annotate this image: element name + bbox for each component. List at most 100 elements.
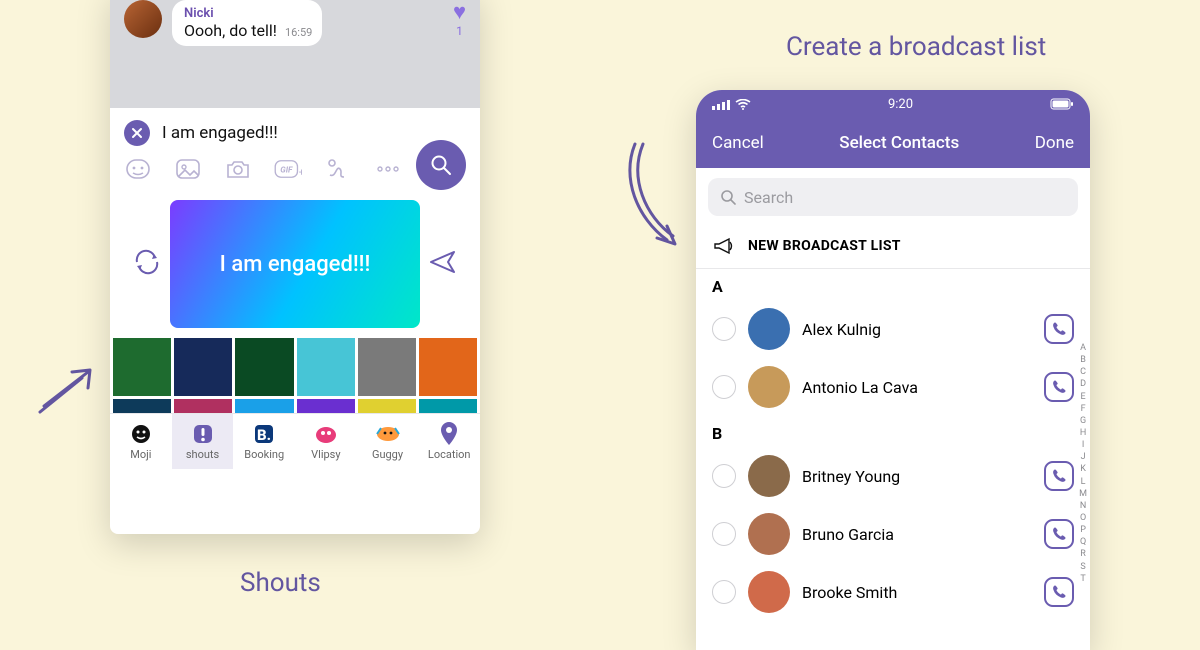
message-bubble[interactable]: Nicki Oooh, do tell! 16:59 [172,0,322,46]
bg-swatch[interactable] [174,399,232,413]
index-letter[interactable]: M [1079,488,1087,500]
select-checkbox[interactable] [712,375,736,399]
select-checkbox[interactable] [712,464,736,488]
wifi-icon [735,99,751,110]
bg-swatch[interactable] [419,338,477,396]
index-letter[interactable]: I [1079,439,1087,451]
arrow-right-icon [617,138,685,258]
message-time: 16:59 [285,26,312,39]
index-letter[interactable]: R [1079,548,1087,560]
contact-row[interactable]: Antonio La Cava [696,358,1090,416]
contact-name: Britney Young [802,467,1032,486]
index-letter[interactable]: B [1079,354,1087,366]
select-checkbox[interactable] [712,580,736,604]
index-letter[interactable]: G [1079,415,1087,427]
viber-badge [1044,372,1074,402]
index-letter[interactable]: C [1079,366,1087,378]
index-letter[interactable]: Q [1079,536,1087,548]
search-input[interactable]: Search [708,178,1078,216]
doodle-icon[interactable] [324,156,352,182]
alpha-index[interactable]: ABCDEFGHIJKLMNOPQRST [1079,342,1087,585]
section-header: A [696,269,1090,300]
contact-row[interactable]: Brooke Smith [696,563,1090,621]
contact-name: Bruno Garcia [802,525,1032,544]
avatar [748,366,790,408]
tab-booking[interactable]: B.Booking [233,414,295,469]
index-letter[interactable]: A [1079,342,1087,354]
index-letter[interactable]: P [1079,524,1087,536]
select-checkbox[interactable] [712,522,736,546]
done-button[interactable]: Done [1035,133,1074,153]
index-letter[interactable]: S [1079,561,1087,573]
contact-row[interactable]: Alex Kulnig [696,300,1090,358]
contact-name: Antonio La Cava [802,378,1032,397]
reaction-count: 1 [453,24,466,38]
contact-row[interactable]: Britney Young [696,447,1090,505]
camera-icon[interactable] [224,156,252,182]
tab-label: Moji [110,448,172,461]
send-button[interactable] [420,241,466,287]
bg-swatch[interactable] [358,338,416,396]
tool-row: GIF+ [110,150,480,192]
clear-button[interactable] [124,120,150,146]
picture-icon[interactable] [174,156,202,182]
bg-swatch[interactable] [113,338,171,396]
contact-row[interactable]: Bruno Garcia [696,505,1090,563]
composer: I am engaged!!! GIF+ [110,108,480,469]
select-checkbox[interactable] [712,317,736,341]
cancel-button[interactable]: Cancel [712,133,764,153]
message-row: Nicki Oooh, do tell! 16:59 [124,0,466,46]
avatar [748,513,790,555]
caption-shouts: Shouts [240,568,321,598]
bg-swatch[interactable] [358,399,416,413]
compose-input[interactable]: I am engaged!!! [162,123,466,143]
index-letter[interactable]: E [1079,391,1087,403]
background-grid [110,338,480,413]
svg-text:GIF: GIF [280,165,293,175]
caption-broadcast: Create a broadcast list [786,32,1046,62]
bg-swatch[interactable] [297,338,355,396]
search-placeholder: Search [744,188,793,207]
signal-icon [712,99,730,110]
tab-moji[interactable]: Moji [110,414,172,469]
gif-icon[interactable]: GIF+ [274,156,302,182]
bg-swatch[interactable] [174,338,232,396]
tab-location[interactable]: Location [418,414,480,469]
more-icon[interactable] [374,156,402,182]
reaction-heart[interactable]: ♥ 1 [453,2,466,38]
new-broadcast-row[interactable]: NEW BROADCAST LIST [696,226,1090,269]
contact-name: Alex Kulnig [802,320,1032,339]
bg-swatch[interactable] [235,338,293,396]
bg-swatch[interactable] [113,399,171,413]
index-letter[interactable]: D [1079,378,1087,390]
index-letter[interactable]: J [1079,451,1087,463]
shout-card[interactable]: I am engaged!!! [170,200,420,328]
tab-vlipsy[interactable]: Vlipsy [295,414,357,469]
tab-label: Location [418,448,480,461]
index-letter[interactable]: T [1079,573,1087,585]
index-letter[interactable]: L [1079,476,1087,488]
bg-swatch[interactable] [419,399,477,413]
sticker-icon[interactable] [124,156,152,182]
bg-swatch[interactable] [297,399,355,413]
index-letter[interactable]: O [1079,512,1087,524]
tab-shouts[interactable]: shouts [172,414,234,469]
viber-badge [1044,577,1074,607]
bg-swatch[interactable] [235,399,293,413]
cycle-button[interactable] [124,241,170,287]
index-letter[interactable]: N [1079,500,1087,512]
viber-badge [1044,314,1074,344]
search-fab[interactable] [416,140,466,190]
avatar[interactable] [124,0,162,38]
index-letter[interactable]: H [1079,427,1087,439]
viber-badge [1044,519,1074,549]
tab-label: Vlipsy [295,448,357,461]
chat-area: Nicki Oooh, do tell! 16:59 ♥ 1 [110,0,480,108]
index-letter[interactable]: K [1079,463,1087,475]
avatar [748,571,790,613]
vlipsy-icon [295,420,357,448]
message-text: Oooh, do tell! [184,21,277,40]
index-letter[interactable]: F [1079,403,1087,415]
avatar [748,455,790,497]
tab-guggy[interactable]: Guggy [357,414,419,469]
